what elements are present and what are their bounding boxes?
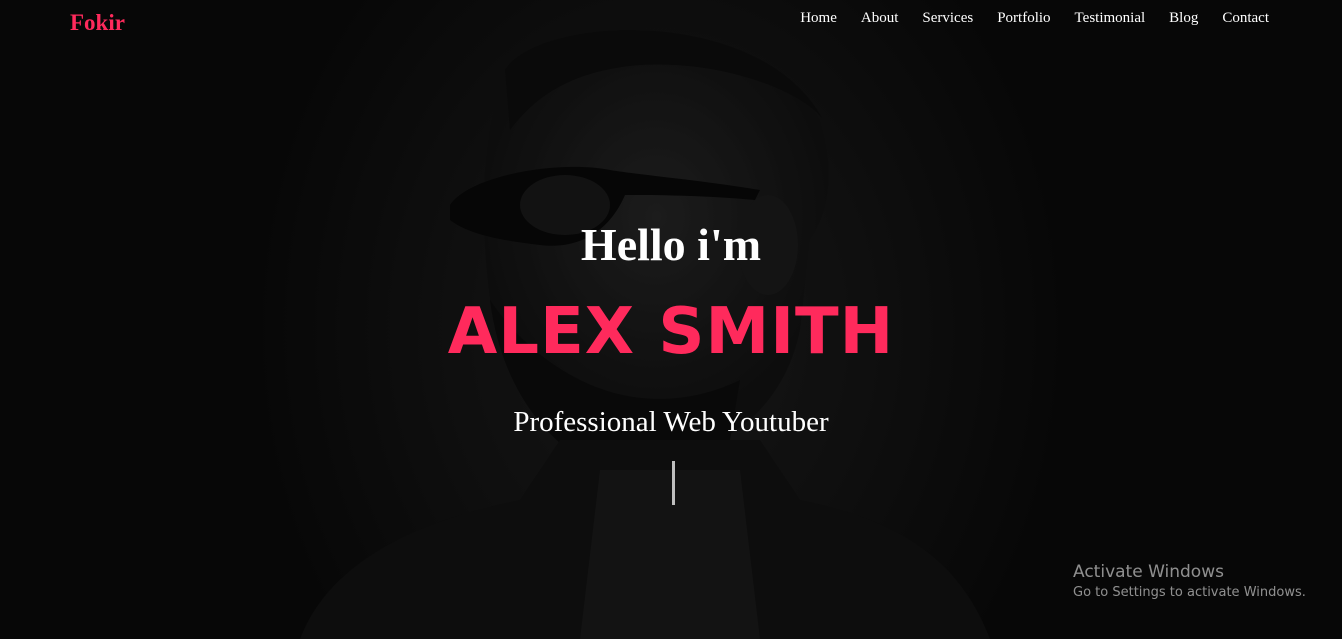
top-navbar: Fokir Home About Services Portfolio Test… <box>0 0 1342 46</box>
nav-item-services[interactable]: Services <box>922 10 973 27</box>
site-logo[interactable]: Fokir <box>70 10 125 36</box>
nav-item-about[interactable]: About <box>861 10 899 27</box>
typing-cursor <box>672 461 675 505</box>
nav-item-blog[interactable]: Blog <box>1169 10 1198 27</box>
hero-section: Fokir Home About Services Portfolio Test… <box>0 0 1342 639</box>
main-nav: Home About Services Portfolio Testimonia… <box>776 10 1269 27</box>
hero-profession: Professional Web Youtuber <box>513 406 829 438</box>
nav-item-portfolio[interactable]: Portfolio <box>997 10 1050 27</box>
windows-activation-watermark: Activate Windows Go to Settings to activ… <box>1073 561 1306 603</box>
nav-item-contact[interactable]: Contact <box>1222 10 1269 27</box>
nav-item-home[interactable]: Home <box>800 10 837 27</box>
hero-greeting: Hello i'm <box>580 219 762 270</box>
watermark-title: Activate Windows <box>1073 562 1224 582</box>
nav-item-testimonial[interactable]: Testimonial <box>1075 10 1146 27</box>
watermark-subtitle: Go to Settings to activate Windows. <box>1073 585 1306 600</box>
hero-name: ALEX SMITH <box>447 295 895 369</box>
